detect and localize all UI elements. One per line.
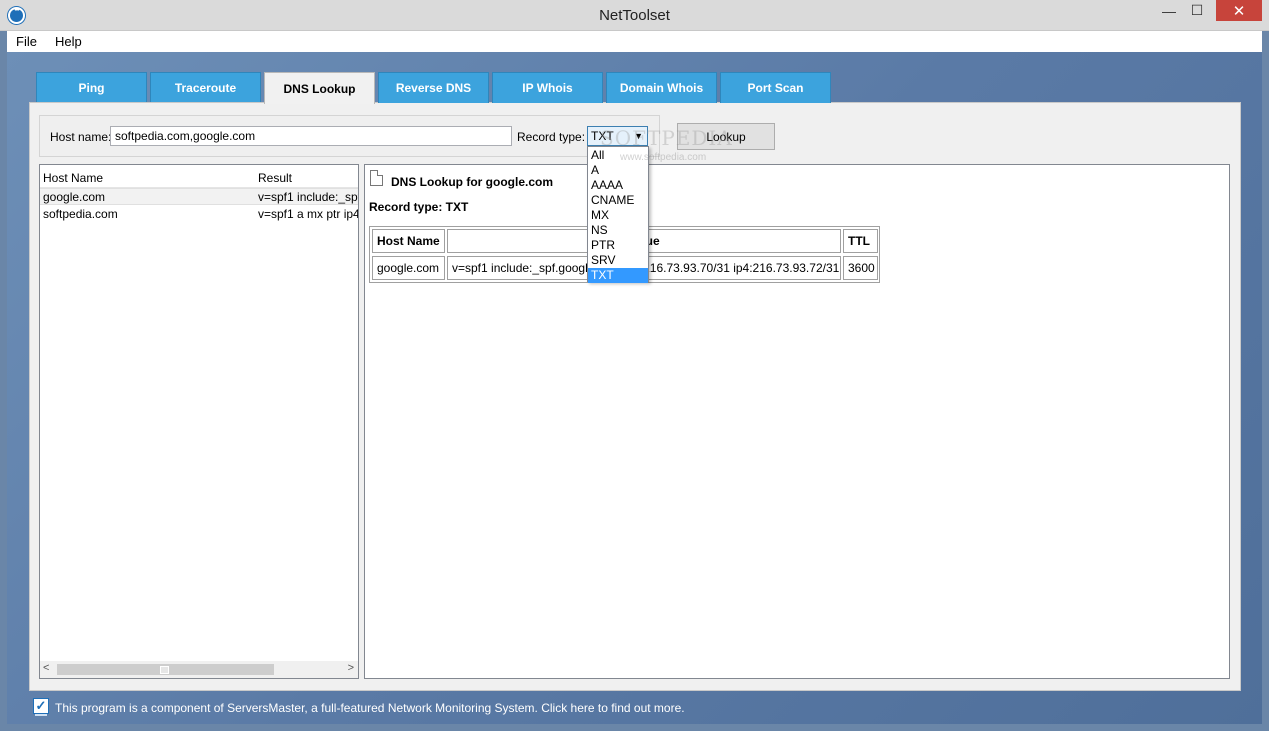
detail-record-type: Record type: TXT bbox=[369, 200, 469, 214]
scroll-grip-icon bbox=[160, 666, 169, 674]
record-option-aaaa[interactable]: AAAA bbox=[588, 178, 648, 193]
tab-domain-whois[interactable]: Domain Whois bbox=[606, 72, 717, 103]
horizontal-scrollbar[interactable]: < > bbox=[40, 661, 358, 678]
record-option-cname[interactable]: CNAME bbox=[588, 193, 648, 208]
menu-help[interactable]: Help bbox=[46, 34, 91, 49]
host-name-label: Host name: bbox=[50, 130, 112, 144]
tab-port-scan[interactable]: Port Scan bbox=[720, 72, 831, 103]
window-title: NetToolset bbox=[599, 7, 670, 24]
document-icon bbox=[370, 170, 383, 186]
tab-ping[interactable]: Ping bbox=[36, 72, 147, 103]
host-name-input[interactable] bbox=[110, 126, 512, 146]
menu-bar: File Help bbox=[7, 31, 1262, 52]
footer-link[interactable]: This program is a component of ServersMa… bbox=[55, 701, 685, 715]
record-option-txt[interactable]: TXT bbox=[588, 268, 648, 283]
close-button[interactable]: ✕ bbox=[1216, 0, 1262, 21]
maximize-button[interactable]: ☐ bbox=[1184, 0, 1210, 21]
watermark: SOFTPEDIA bbox=[600, 126, 733, 150]
row-host: softpedia.com bbox=[43, 207, 118, 221]
record-type-label: Record type: bbox=[517, 130, 586, 144]
tab-dns-lookup[interactable]: DNS Lookup bbox=[264, 72, 375, 104]
table-header-ttl: TTL bbox=[843, 229, 878, 253]
row-result: v=spf1 a mx ptr ip4: bbox=[258, 207, 358, 221]
detail-title: DNS Lookup for google.com bbox=[391, 175, 553, 189]
checkbox-base bbox=[35, 714, 47, 716]
host-results-list[interactable]: Host Name Result google.com v=spf1 inclu… bbox=[39, 164, 359, 679]
scroll-thumb[interactable] bbox=[57, 664, 274, 675]
table-cell-ttl: 3600 bbox=[843, 256, 878, 280]
tab-ip-whois[interactable]: IP Whois bbox=[492, 72, 603, 103]
table-header-host: Host Name bbox=[372, 229, 445, 253]
record-option-a[interactable]: A bbox=[588, 163, 648, 178]
column-host-name[interactable]: Host Name bbox=[43, 171, 103, 185]
record-option-mx[interactable]: MX bbox=[588, 208, 648, 223]
record-option-ptr[interactable]: PTR bbox=[588, 238, 648, 253]
tab-reverse-dns[interactable]: Reverse DNS bbox=[378, 72, 489, 103]
title-bar: NetToolset — ☐ ✕ bbox=[0, 0, 1269, 31]
list-header: Host Name Result bbox=[40, 165, 358, 188]
tab-traceroute[interactable]: Traceroute bbox=[150, 72, 261, 103]
menu-file[interactable]: File bbox=[7, 34, 46, 49]
watermark-url: www.softpedia.com bbox=[620, 152, 707, 163]
table-cell-host: google.com bbox=[372, 256, 445, 280]
minimize-button[interactable]: — bbox=[1156, 0, 1182, 21]
row-host: google.com bbox=[43, 190, 106, 204]
checkbox-icon[interactable]: ✓ bbox=[33, 698, 49, 714]
record-option-ns[interactable]: NS bbox=[588, 223, 648, 238]
list-item[interactable]: google.com v=spf1 include:_spf.google.co… bbox=[40, 188, 358, 205]
record-option-srv[interactable]: SRV bbox=[588, 253, 648, 268]
column-result[interactable]: Result bbox=[258, 171, 292, 185]
scroll-right-icon[interactable]: > bbox=[348, 662, 354, 674]
row-result: v=spf1 include:_spf.google.com bbox=[258, 190, 358, 204]
scroll-left-icon[interactable]: < bbox=[43, 662, 49, 674]
list-item[interactable]: softpedia.com v=spf1 a mx ptr ip4: bbox=[40, 206, 358, 223]
record-type-dropdown: All A AAAA CNAME MX NS PTR SRV TXT bbox=[587, 146, 649, 283]
